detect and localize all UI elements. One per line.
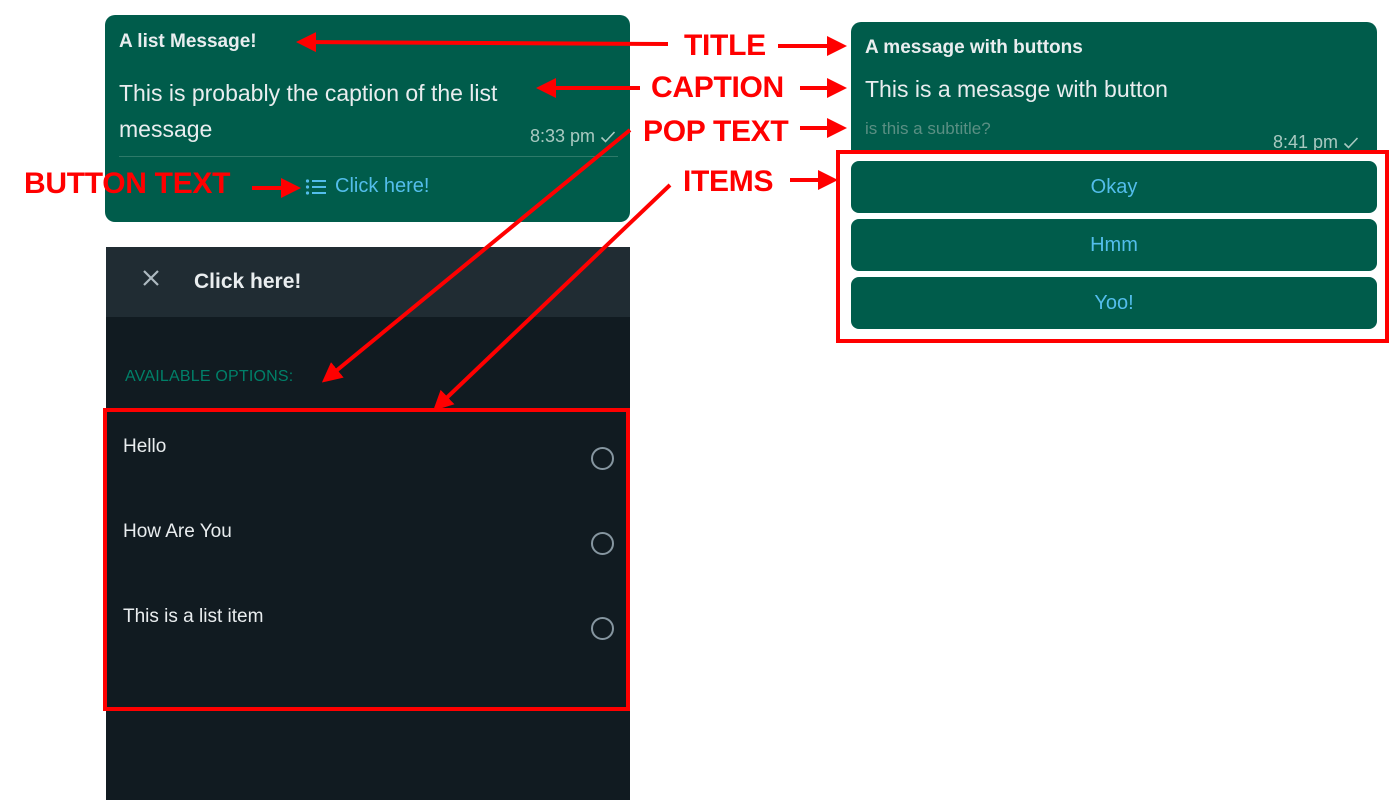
annotation-caption: CAPTION	[651, 71, 784, 104]
annotation-button-text: BUTTON TEXT	[24, 167, 231, 200]
list-popup-title: Click here!	[194, 270, 302, 293]
list-button-text: Click here!	[335, 175, 430, 197]
annotation-title: TITLE	[684, 29, 766, 62]
list-open-button[interactable]: Click here!	[305, 175, 429, 198]
list-message-time: 8:33 pm	[529, 126, 595, 146]
close-icon[interactable]	[140, 267, 162, 289]
list-icon	[305, 178, 326, 195]
list-message-caption: This is probably the caption of the list…	[119, 80, 498, 142]
list-message-meta: 8:33 pm	[530, 126, 616, 147]
list-items-highlight-box	[103, 408, 630, 711]
list-popup-section-title: AVAILABLE OPTIONS:	[125, 368, 294, 385]
list-message-divider	[119, 156, 618, 157]
buttons-message-caption: This is a mesasge with button	[865, 76, 1168, 102]
list-popup-header: Click here!	[106, 247, 630, 317]
buttons-message-bubble: A message with buttons This is a mesasge…	[851, 22, 1377, 152]
annotation-pop-text: POP TEXT	[643, 115, 789, 148]
items-highlight-box	[836, 150, 1389, 343]
annotation-items: ITEMS	[683, 165, 774, 198]
buttons-message-title: A message with buttons	[865, 37, 1083, 58]
list-message-title: A list Message!	[119, 31, 257, 52]
single-check-icon	[1343, 136, 1359, 149]
buttons-message-subtitle: is this a subtitle?	[865, 119, 991, 138]
single-check-icon	[600, 130, 616, 143]
